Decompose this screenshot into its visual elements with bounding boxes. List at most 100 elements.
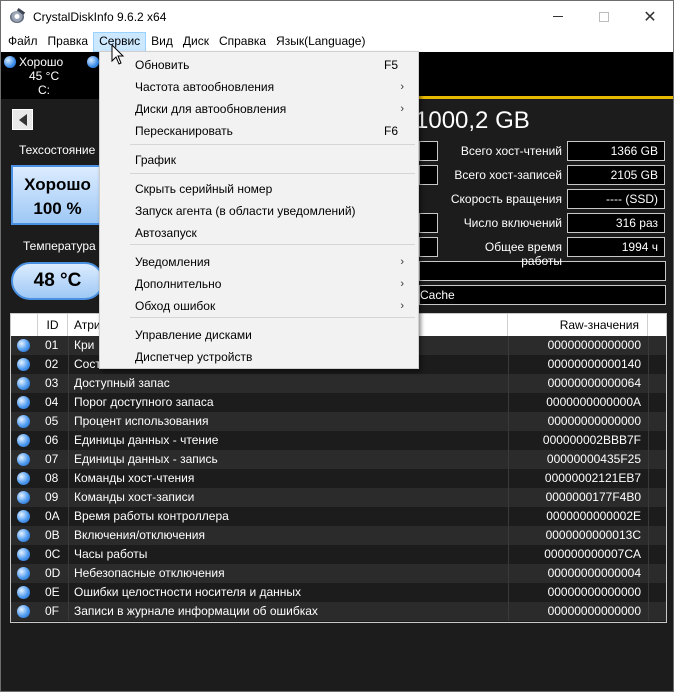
health-good-icon xyxy=(17,358,30,371)
menu-option[interactable]: Уведомления › xyxy=(102,251,416,273)
row-raw-value: 00000000000000 xyxy=(547,338,641,352)
menu-option-label: График xyxy=(135,153,176,167)
menu-help[interactable]: Справка xyxy=(214,32,271,52)
close-button[interactable]: ✕ xyxy=(627,1,673,32)
row-attribute-name: Время работы контроллера xyxy=(74,509,229,523)
row-id: 08 xyxy=(45,471,59,485)
menu-option-label: Скрыть серийный номер xyxy=(135,182,273,196)
table-row[interactable]: 05 Процент использования 00000000000000 xyxy=(11,412,666,431)
health-good-icon xyxy=(17,453,30,466)
row-id: 05 xyxy=(45,414,59,428)
header-id[interactable]: ID xyxy=(38,314,68,336)
window-controls: ✕ xyxy=(535,1,673,32)
chevron-right-icon: › xyxy=(400,300,404,312)
maximize-button[interactable] xyxy=(581,1,627,32)
table-row[interactable]: 07 Единицы данных - запись 00000000435F25 xyxy=(11,450,666,469)
menu-option-label: Частота автообновления xyxy=(135,80,275,94)
row-attribute-name: Записи в журнале информации об ошибках xyxy=(74,604,318,618)
maximize-icon xyxy=(599,11,609,22)
row-raw-value: 0000000000002E xyxy=(546,509,641,523)
health-good-icon xyxy=(17,415,30,428)
stat-value-power-on-count: 316 раз xyxy=(567,213,665,233)
menu-disk[interactable]: Диск xyxy=(178,32,214,52)
disk-temp: 45 °C xyxy=(29,69,60,83)
temperature-value: 48 °C xyxy=(11,262,104,300)
previous-disk-button[interactable] xyxy=(12,109,33,130)
row-raw-value: 0000000177F4B0 xyxy=(545,490,641,504)
menu-separator xyxy=(130,173,415,174)
menu-option[interactable]: Скрыть серийный номер xyxy=(102,178,416,200)
health-status-text: Хорошо xyxy=(24,175,91,194)
table-row[interactable]: 09 Команды хост-записи 0000000177F4B0 xyxy=(11,488,666,507)
arrow-left-icon xyxy=(18,113,27,126)
health-good-icon xyxy=(17,529,30,542)
table-row[interactable]: 08 Команды хост-чтения 00000002121EB7 xyxy=(11,469,666,488)
header-status xyxy=(11,314,38,336)
menu-option[interactable]: Управление дисками xyxy=(102,324,416,346)
menu-option[interactable]: Обновить F5 xyxy=(102,54,416,76)
health-good-icon xyxy=(17,567,30,580)
table-row[interactable]: 0A Время работы контроллера 0000000000002E xyxy=(11,507,666,526)
health-label: Техсостояние xyxy=(19,143,96,157)
minimize-icon xyxy=(553,16,563,17)
menu-option[interactable]: Диспетчер устройств xyxy=(102,346,416,368)
menu-option[interactable]: Пересканировать F6 xyxy=(102,120,416,142)
disk-status: Хорошо xyxy=(19,55,64,69)
temperature-label: Температура xyxy=(23,239,96,253)
stat-value-host-reads: 1366 GB xyxy=(567,141,665,161)
chevron-right-icon: › xyxy=(400,278,404,290)
menu-edit[interactable]: Правка xyxy=(43,32,94,52)
info-field-1 xyxy=(419,141,438,161)
stat-value-host-writes: 2105 GB xyxy=(567,165,665,185)
row-attribute-name: Включения/отключения xyxy=(74,528,205,542)
menu-option[interactable]: Автозапуск xyxy=(102,222,416,244)
menu-language[interactable]: Язык(Language) xyxy=(271,32,370,52)
table-row[interactable]: 03 Доступный запас 00000000000064 xyxy=(11,374,666,393)
table-row[interactable]: 0E Ошибки целостности носителя и данных 00… xyxy=(11,583,666,602)
row-id: 0E xyxy=(45,585,60,599)
menu-option[interactable]: Диски для автообновления › xyxy=(102,98,416,120)
menu-option-label: Управление дисками xyxy=(135,328,252,342)
menu-view[interactable]: Вид xyxy=(146,32,178,52)
disk-letter: C: xyxy=(38,83,50,97)
menu-option[interactable]: Обход ошибок › xyxy=(102,295,416,317)
window-title: CrystalDiskInfo 9.6.2 x64 xyxy=(33,9,167,24)
table-row[interactable]: 0B Включения/отключения 0000000000013C xyxy=(11,526,666,545)
info-field-4 xyxy=(419,237,438,257)
info-field-2 xyxy=(419,165,438,185)
menu-option-shortcut: F5 xyxy=(383,58,398,72)
stat-label-host-reads: Всего хост-чтений xyxy=(460,144,562,158)
health-good-icon xyxy=(4,56,16,68)
table-row[interactable]: 0D Небезопасные отключения 00000000000004 xyxy=(11,564,666,583)
row-raw-value: 00000000000000 xyxy=(547,604,641,618)
table-row[interactable]: 0C Часы работы 000000000007CA xyxy=(11,545,666,564)
row-raw-value: 000000000007CA xyxy=(544,547,641,561)
disk-button-c[interactable]: Хорошо 45 °C C: xyxy=(1,52,81,99)
menu-option[interactable]: Дополнительно › xyxy=(102,273,416,295)
table-row[interactable]: 04 Порог доступного запаса 0000000000000A xyxy=(11,393,666,412)
row-raw-value: 0000000000000A xyxy=(546,395,641,409)
row-attribute-name: Сост xyxy=(74,357,101,371)
row-raw-value: 00000000435F25 xyxy=(546,452,641,466)
row-raw-value: 00000002121EB7 xyxy=(544,471,641,485)
disk-model-title: 1000,2 GB xyxy=(415,107,530,134)
menu-option-label: Обход ошибок xyxy=(135,299,216,313)
row-id: 0F xyxy=(45,604,60,618)
row-raw-value: 00000000000000 xyxy=(547,414,641,428)
app-window: CrystalDiskInfo 9.6.2 x64 ✕ Файл Правка … xyxy=(0,0,674,692)
row-id: 0C xyxy=(45,547,61,561)
minimize-button[interactable] xyxy=(535,1,581,32)
menu-option-label: Уведомления xyxy=(135,255,211,269)
row-raw-value: 00000000000000 xyxy=(547,585,641,599)
menu-file[interactable]: Файл xyxy=(3,32,43,52)
menu-option[interactable]: График xyxy=(102,149,416,171)
menu-option[interactable]: Частота автообновления › xyxy=(102,76,416,98)
menu-option-label: Автозапуск xyxy=(135,226,197,240)
chevron-right-icon: › xyxy=(400,103,404,115)
menu-option[interactable]: Запуск агента (в области уведомлений) xyxy=(102,200,416,222)
header-raw[interactable]: Raw-значения xyxy=(508,314,648,336)
health-good-icon xyxy=(17,377,30,390)
row-attribute-name: Доступный запас xyxy=(74,376,170,390)
table-row[interactable]: 0F Записи в журнале информации об ошибках… xyxy=(11,602,666,621)
table-row[interactable]: 06 Единицы данных - чтение 000000002BBB7F xyxy=(11,431,666,450)
